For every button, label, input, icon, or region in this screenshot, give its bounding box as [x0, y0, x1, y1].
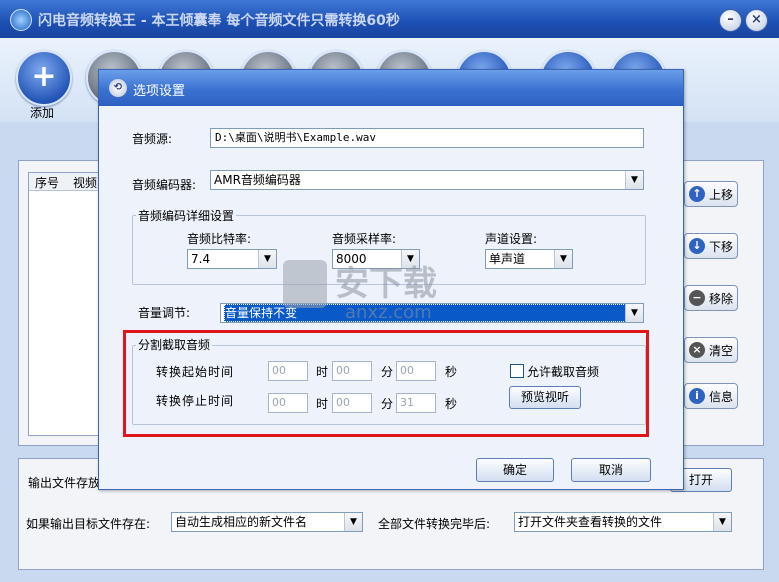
shield-icon: [283, 260, 327, 308]
after-convert-select[interactable]: 打开文件夹查看转换的文件 ▼: [514, 512, 732, 532]
samplerate-label: 音频采样率:: [332, 232, 397, 246]
clear-icon: ×: [689, 342, 705, 358]
clear-label: 清空: [709, 343, 734, 358]
chevron-down-icon: ▼: [344, 513, 362, 531]
source-label: 音频源:: [132, 132, 173, 146]
chevron-down-icon: ▼: [625, 304, 643, 322]
watermark-text: 安下载: [335, 264, 437, 304]
chevron-down-icon: ▼: [713, 513, 731, 531]
remove-button[interactable]: − 移除: [684, 285, 738, 311]
move-down-button[interactable]: ↓ 下移: [684, 233, 738, 259]
encoder-detail-group-title: 音频编码详细设置: [136, 207, 237, 224]
column-header-index[interactable]: 序号: [35, 174, 59, 191]
list-header: 序号 视频: [29, 173, 99, 191]
app-icon: [10, 9, 32, 31]
close-button[interactable]: ×: [745, 9, 768, 32]
info-icon: i: [689, 388, 705, 404]
ok-button[interactable]: 确定: [476, 458, 554, 482]
output-folder-label: 输出文件存放: [28, 476, 101, 490]
file-list[interactable]: [28, 172, 102, 436]
after-convert-label: 全部文件转换完毕后:: [378, 517, 491, 531]
cancel-button[interactable]: 取消: [571, 458, 651, 482]
watermark: 安下载 anxz.com: [283, 256, 495, 336]
info-button[interactable]: i 信息: [684, 383, 738, 409]
move-up-button[interactable]: ↑ 上移: [684, 181, 738, 207]
chevron-down-icon: ▼: [625, 171, 643, 189]
watermark-sub: anxz.com: [345, 302, 432, 323]
bitrate-label: 音频比特率:: [187, 232, 252, 246]
if-exists-label: 如果输出目标文件存在:: [26, 517, 151, 531]
dialog-title: 选项设置: [133, 84, 186, 99]
move-down-label: 下移: [709, 239, 734, 254]
column-header-video[interactable]: 视频: [73, 174, 97, 191]
encoder-value: AMR音频编码器: [214, 173, 301, 187]
bitrate-value: 7.4: [191, 252, 211, 266]
chevron-down-icon: ▼: [258, 250, 276, 268]
source-path-field[interactable]: D:\桌面\说明书\Example.wav: [210, 128, 644, 148]
remove-label: 移除: [709, 291, 734, 306]
clear-button[interactable]: × 清空: [684, 337, 738, 363]
channel-select[interactable]: 单声道 ▼: [485, 249, 573, 269]
after-convert-value: 打开文件夹查看转换的文件: [518, 515, 663, 529]
dialog-titlebar: [99, 70, 683, 106]
if-exists-value: 自动生成相应的新文件名: [175, 515, 308, 529]
encoder-select[interactable]: AMR音频编码器 ▼: [210, 170, 644, 190]
add-label: 添加: [30, 106, 55, 120]
settings-icon: ⟲: [109, 79, 127, 97]
minimize-button[interactable]: –: [719, 9, 742, 32]
move-up-label: 上移: [709, 187, 734, 202]
info-label: 信息: [709, 389, 734, 404]
bitrate-select[interactable]: 7.4 ▼: [187, 249, 277, 269]
volume-label: 音量调节:: [138, 306, 191, 320]
arrow-up-icon: ↑: [689, 186, 705, 202]
highlight-frame: [123, 330, 649, 437]
encoder-label: 音频编码器:: [132, 178, 197, 192]
main-window-title: 闪电音频转换王 - 本王倾囊奉 每个音频文件只需转换60秒: [38, 13, 400, 29]
add-button[interactable]: +: [16, 50, 72, 106]
if-exists-select[interactable]: 自动生成相应的新文件名 ▼: [171, 512, 363, 532]
minus-icon: −: [689, 290, 705, 306]
chevron-down-icon: ▼: [554, 250, 572, 268]
arrow-down-icon: ↓: [689, 238, 705, 254]
channel-label: 声道设置:: [485, 232, 538, 246]
